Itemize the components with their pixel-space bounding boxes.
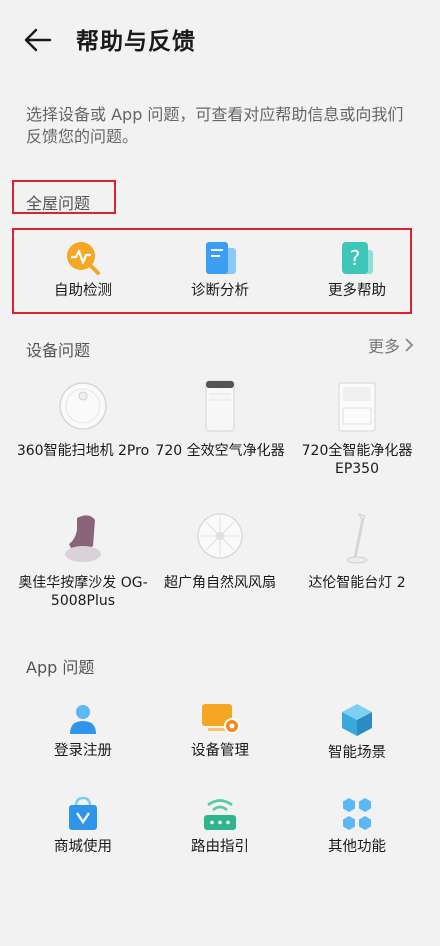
app-item-label: 登录注册 bbox=[54, 743, 112, 759]
other-functions-icon bbox=[343, 798, 371, 830]
device-card[interactable]: 奥佳华按摩沙发 OG-5008Plus bbox=[10, 510, 156, 610]
fan-icon bbox=[197, 513, 243, 559]
device-card[interactable]: 720 全效空气净化器 bbox=[147, 378, 293, 460]
diagnosis-icon bbox=[206, 242, 236, 274]
app-item-label: 其他功能 bbox=[328, 839, 386, 855]
app-item-mall[interactable]: 商城使用 bbox=[10, 796, 156, 856]
router-icon bbox=[204, 799, 236, 830]
more-devices-link[interactable]: 更多 bbox=[368, 333, 414, 357]
device-manage-icon bbox=[202, 704, 240, 734]
more-link-label: 更多 bbox=[367, 337, 400, 356]
device-name: 超广角自然风风扇 bbox=[164, 575, 276, 591]
intro-text: 选择设备或 App 问题，可查看对应帮助信息或向我们反馈您的问题。 bbox=[26, 105, 404, 146]
back-arrow-icon bbox=[24, 28, 52, 52]
device-name: 720全智能净化器 EP350 bbox=[301, 443, 413, 477]
device-card[interactable]: 720全智能净化器 EP350 bbox=[284, 378, 430, 478]
more-help-icon: ? bbox=[342, 242, 373, 274]
app-item-device-manage[interactable]: 设备管理 bbox=[147, 702, 293, 760]
app-item-smart-scene[interactable]: 智能场景 bbox=[284, 702, 430, 762]
app-item-label: 设备管理 bbox=[191, 743, 249, 759]
tile-diagnosis[interactable]: 诊断分析 bbox=[147, 240, 293, 300]
tile-label: 更多帮助 bbox=[328, 283, 386, 299]
device-name: 360智能扫地机 2Pro bbox=[16, 443, 150, 459]
section-title-app: App 问题 bbox=[26, 658, 95, 677]
device-card[interactable]: 360智能扫地机 2Pro bbox=[10, 378, 156, 460]
back-button[interactable] bbox=[22, 24, 54, 56]
tile-more-help[interactable]: ? 更多帮助 bbox=[284, 240, 430, 300]
self-check-icon bbox=[67, 242, 100, 275]
app-item-other[interactable]: 其他功能 bbox=[284, 796, 430, 856]
svg-text:?: ? bbox=[350, 246, 361, 270]
device-name: 奥佳华按摩沙发 OG-5008Plus bbox=[18, 575, 148, 609]
app-item-label: 智能场景 bbox=[328, 745, 386, 761]
tile-self-check[interactable]: 自助检测 bbox=[10, 240, 156, 300]
tile-label: 自助检测 bbox=[54, 283, 112, 299]
app-item-login[interactable]: 登录注册 bbox=[10, 702, 156, 760]
robot-vacuum-icon bbox=[59, 382, 107, 430]
tile-label: 诊断分析 bbox=[191, 283, 249, 299]
app-item-router[interactable]: 路由指引 bbox=[147, 796, 293, 856]
massage-sofa-icon bbox=[65, 515, 101, 562]
section-title-whole-home: 全屋问题 bbox=[26, 194, 91, 213]
device-card[interactable]: 超广角自然风风扇 bbox=[147, 510, 293, 592]
desk-lamp-icon bbox=[346, 513, 368, 564]
device-name: 达伦智能台灯 2 bbox=[308, 575, 406, 591]
device-name: 720 全效空气净化器 bbox=[155, 443, 285, 459]
app-item-label: 商城使用 bbox=[54, 839, 112, 855]
header-bar: 帮助与反馈 bbox=[0, 0, 440, 80]
user-icon bbox=[70, 705, 96, 734]
purifier-ep350-icon bbox=[338, 382, 376, 432]
shopping-bag-icon bbox=[69, 796, 97, 830]
page-title: 帮助与反馈 bbox=[76, 29, 196, 55]
scene-cube-icon bbox=[342, 704, 372, 736]
app-item-label: 路由指引 bbox=[191, 839, 249, 855]
section-title-devices: 设备问题 bbox=[26, 341, 91, 360]
air-purifier-icon bbox=[205, 380, 235, 432]
device-card[interactable]: 达伦智能台灯 2 bbox=[284, 510, 430, 592]
chevron-right-icon bbox=[405, 338, 414, 352]
